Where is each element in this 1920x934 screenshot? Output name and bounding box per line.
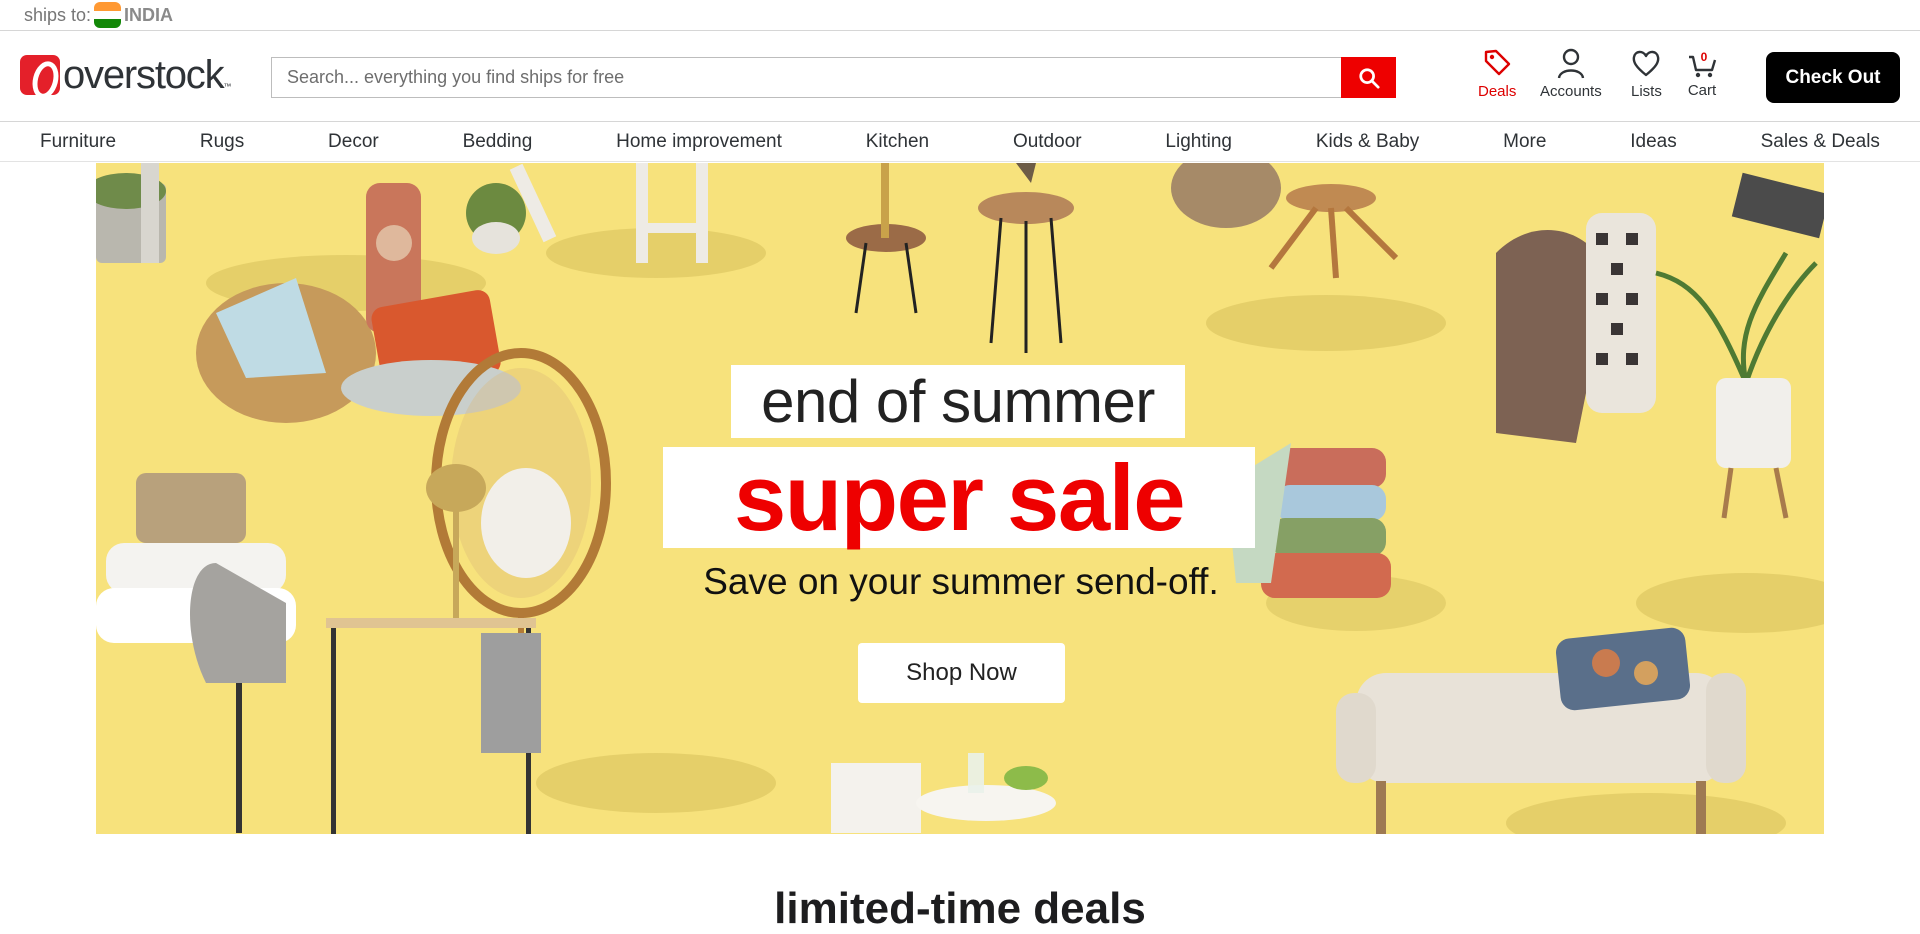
section-title: limited-time deals bbox=[774, 884, 1146, 933]
ships-to-country: INDIA bbox=[124, 4, 174, 25]
nav-item-bedding[interactable]: Bedding bbox=[463, 131, 533, 153]
heart-icon bbox=[1633, 50, 1660, 77]
user-icon bbox=[1557, 48, 1585, 79]
search-input[interactable] bbox=[271, 57, 1341, 98]
nav-item-more[interactable]: More bbox=[1503, 131, 1546, 153]
cart-label: Cart bbox=[1687, 82, 1717, 99]
india-flag-icon bbox=[94, 2, 122, 28]
hero-headline-line2: super sale bbox=[663, 447, 1255, 548]
accounts-label: Accounts bbox=[1540, 83, 1602, 100]
search-button[interactable] bbox=[1341, 57, 1396, 98]
search-bar bbox=[271, 57, 1396, 98]
shop-now-button[interactable]: Shop Now bbox=[858, 643, 1065, 703]
overstock-logo-icon bbox=[20, 55, 60, 95]
site-header: overstock ™ Deals Accounts Lists 0 Cart … bbox=[0, 31, 1920, 122]
deals-label: Deals bbox=[1478, 83, 1517, 100]
lists-label: Lists bbox=[1631, 83, 1662, 100]
nav-item-decor[interactable]: Decor bbox=[328, 131, 379, 153]
nav-item-ideas[interactable]: Ideas bbox=[1630, 131, 1676, 153]
overstock-logo[interactable]: overstock ™ bbox=[20, 55, 231, 95]
logo-text: overstock bbox=[63, 53, 225, 97]
nav-item-outdoor[interactable]: Outdoor bbox=[1013, 131, 1082, 153]
cart-count: 0 bbox=[1701, 50, 1708, 64]
accounts-link[interactable]: Accounts bbox=[1540, 47, 1602, 100]
nav-item-rugs[interactable]: Rugs bbox=[200, 131, 244, 153]
hero-headline-line1: end of summer bbox=[731, 365, 1185, 438]
cart-link[interactable]: 0 Cart bbox=[1687, 47, 1717, 99]
nav-item-kitchen[interactable]: Kitchen bbox=[866, 131, 929, 153]
nav-item-kids-baby[interactable]: Kids & Baby bbox=[1316, 131, 1420, 153]
deals-link[interactable]: Deals bbox=[1478, 47, 1516, 100]
nav-item-sales-deals[interactable]: Sales & Deals bbox=[1761, 131, 1880, 153]
ships-to-bar[interactable]: ships to: INDIA bbox=[0, 0, 1920, 31]
logo-trademark: ™ bbox=[223, 82, 232, 91]
hero-banner[interactable]: end of summer super sale Save on your su… bbox=[96, 163, 1824, 834]
check-out-button[interactable]: Check Out bbox=[1766, 52, 1900, 103]
nav-item-furniture[interactable]: Furniture bbox=[40, 131, 116, 153]
search-icon bbox=[1358, 67, 1380, 89]
hero-subheadline: Save on your summer send-off. bbox=[703, 561, 1219, 602]
nav-item-lighting[interactable]: Lighting bbox=[1165, 131, 1232, 153]
category-nav: Furniture Rugs Decor Bedding Home improv… bbox=[0, 123, 1920, 162]
cart-icon: 0 bbox=[1689, 50, 1717, 78]
tag-icon bbox=[1484, 49, 1511, 76]
lists-link[interactable]: Lists bbox=[1631, 47, 1662, 100]
nav-item-home-improvement[interactable]: Home improvement bbox=[616, 131, 782, 153]
ships-to-label: ships to: bbox=[24, 4, 92, 25]
